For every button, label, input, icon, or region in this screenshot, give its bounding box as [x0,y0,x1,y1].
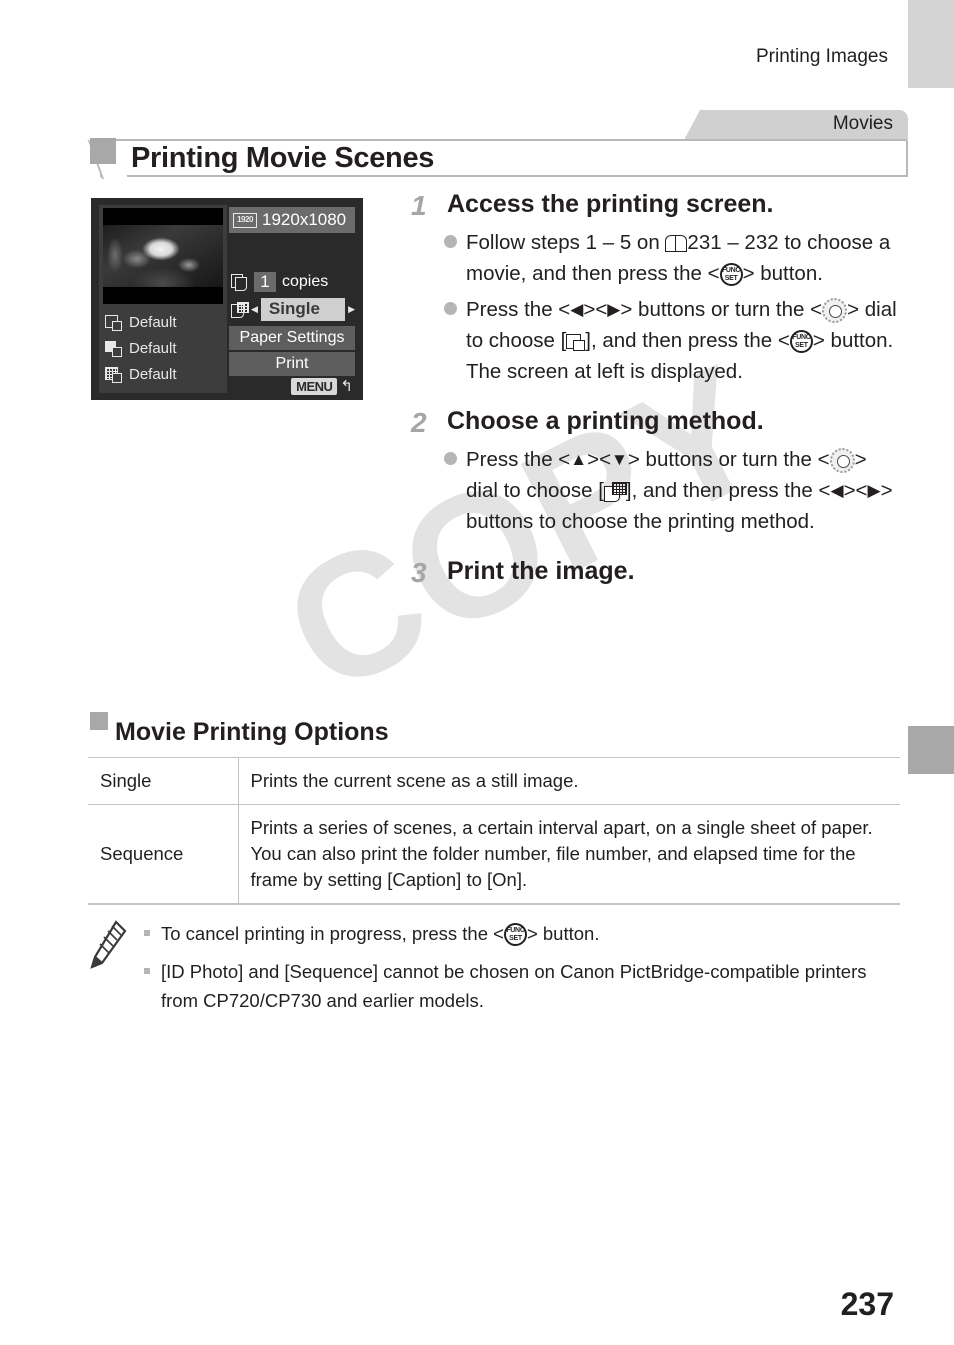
step-2-header: 2 Choose a printing method. [411,409,901,437]
movie-thumbnail-image [103,225,223,287]
step-1-bullet-1: Follow steps 1 – 5 on 231 – 232 to choos… [444,227,901,289]
step-number: 1 [411,190,427,221]
step-number: 2 [411,407,427,438]
resolution-badge-icon: 1920 [233,212,257,228]
copies-value: 1 [254,271,276,292]
subheading-title: Movie Printing Options [115,718,389,746]
note-item-2: [ID Photo] and [Sequence] cannot be chos… [144,957,900,1015]
camera-screen-left-panel: Default Default Default [99,205,227,393]
step-2-bullet-1: Press the <▲><▼> buttons or turn the < > … [444,444,901,537]
option-name: Single [88,757,239,805]
right-arrow-icon: ▶ [867,481,881,500]
step-3-header: 3 Print the image. [411,559,901,587]
left-arrow-icon: ◀ [251,304,258,314]
step-title: Print the image. [447,557,635,585]
paper-settings-button: Paper Settings [229,326,355,350]
table-row: Single Prints the current scene as a sti… [88,757,900,805]
control-dial-icon [829,448,855,473]
print-icon [566,333,586,351]
printing-method-value: Single [260,298,346,321]
camera-screen-illustration: Default Default Default 1920 1920x1080 1 [91,198,363,400]
option-description: Prints a series of scenes, a certain int… [238,804,900,905]
note-item-1: To cancel printing in progress, press th… [144,919,900,948]
camera-screen-inner: Default Default Default 1920 1920x1080 1 [99,205,355,395]
step-1-header: 1 Access the printing screen. [411,192,901,220]
running-head: Printing Images [755,46,888,67]
resolution-label: 1920x1080 [262,210,347,229]
print-default-row: Default [105,361,227,387]
right-arrow-icon: ▶ [607,300,621,319]
camera-screen-right-panel: 1920 1920x1080 1 copies ◀ Single ▶ Paper… [229,205,355,395]
note-text: To cancel printing in progress, press th… [161,923,600,946]
func-set-icon: FUNC SET [503,923,527,946]
menu-chip: MENU [291,377,338,395]
right-arrow-icon: ▶ [348,304,355,314]
page-number: 237 [840,1286,894,1322]
bullet-text: Press the <◀><▶> buttons or turn the < > … [466,298,897,383]
edge-index-tab-top [908,0,954,88]
step-title: Access the printing screen. [447,190,774,218]
bullet-text: Press the <▲><▼> buttons or turn the < > … [466,448,893,533]
pencil-icon [90,920,127,969]
edge-index-tab-section [908,726,954,774]
step-1: 1 Access the printing screen. Follow ste… [411,192,901,387]
sequence-icon [603,482,627,502]
copies-label: copies [282,272,329,290]
step-title: Choose a printing method. [447,407,764,435]
func-set-icon: FUNC SET [789,330,813,353]
printing-method-row: ◀ Single ▶ [229,297,355,322]
control-dial-icon [822,298,848,323]
copies-icon [231,273,248,291]
menu-return-row: MENU ↰ [291,377,353,395]
note-items: To cancel printing in progress, press th… [144,915,900,1024]
note-bullet-icon [144,968,150,974]
option-name: Sequence [88,804,239,905]
bullet-dot-icon [444,235,457,248]
table-row: Sequence Prints a series of scenes, a ce… [88,804,900,905]
left-arrow-icon: ◀ [830,481,844,500]
print-defaults-list: Default Default Default [99,309,227,387]
func-set-icon: FUNC SET [719,263,743,286]
step-2: 2 Choose a printing method. Press the <▲… [411,409,901,537]
copies-row: 1 copies [229,269,355,294]
printing-method-icon [231,301,249,318]
date-layout-icon [105,366,122,383]
section-tab-movies: Movies [684,110,908,140]
print-default-row: Default [105,335,227,361]
print-default-label: Default [129,339,177,357]
instruction-steps: 1 Access the printing screen. Follow ste… [411,192,901,594]
return-arrow-icon: ↰ [340,378,353,395]
up-arrow-icon: ▲ [570,450,588,469]
book-icon [665,234,688,252]
bullet-dot-icon [444,452,457,465]
movie-thumbnail [103,208,223,304]
step-number: 3 [411,557,427,588]
step-1-bullet-2: Press the <◀><▶> buttons or turn the < > … [444,294,901,387]
print-default-row: Default [105,309,227,335]
bullet-dot-icon [444,302,457,315]
option-description: Prints the current scene as a still imag… [238,757,900,805]
paper-size-icon [105,314,122,331]
note-text: [ID Photo] and [Sequence] cannot be chos… [161,961,867,1011]
left-arrow-icon: ◀ [570,300,584,319]
subheading-marker-square [90,712,108,730]
page-title: Printing Movie Scenes [131,142,435,174]
border-icon [105,340,122,357]
down-arrow-icon: ▼ [611,450,628,469]
step-3: 3 Print the image. [411,559,901,587]
note-block: To cancel printing in progress, press th… [88,915,900,1024]
resolution-row: 1920 1920x1080 [229,207,355,233]
bullet-text: Follow steps 1 – 5 on 231 – 232 to choos… [466,231,891,286]
print-default-label: Default [129,365,177,383]
heading-marker-square [90,138,116,164]
section-tab-label: Movies [832,113,893,134]
print-button: Print [229,352,355,376]
note-bullet-icon [144,930,150,936]
print-default-label: Default [129,313,177,331]
movie-printing-options-table: Single Prints the current scene as a sti… [88,757,900,905]
